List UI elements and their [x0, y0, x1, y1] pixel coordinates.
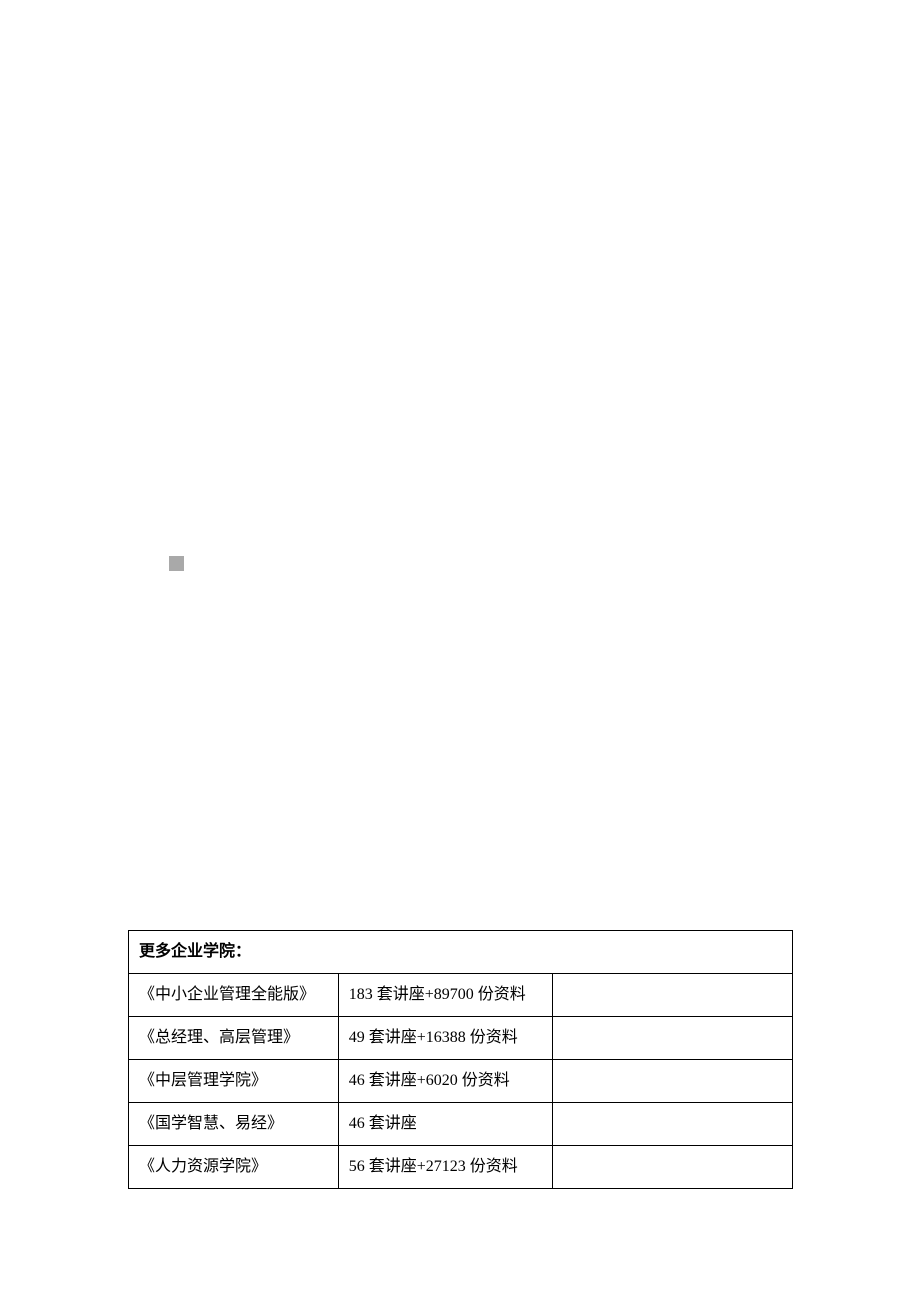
table-row: 《中小企业管理全能版》 183 套讲座+89700 份资料 — [129, 974, 793, 1017]
course-table-container: 更多企业学院： 《中小企业管理全能版》 183 套讲座+89700 份资料 《总… — [128, 930, 793, 1189]
table-header-row: 更多企业学院： — [129, 931, 793, 974]
square-bullet-marker — [169, 556, 184, 571]
table-row: 《国学智慧、易经》 46 套讲座 — [129, 1103, 793, 1146]
course-name-cell: 《中小企业管理全能版》 — [129, 974, 339, 1017]
table-header-cell: 更多企业学院： — [129, 931, 793, 974]
course-name-cell: 《人力资源学院》 — [129, 1146, 339, 1189]
table-row: 《人力资源学院》 56 套讲座+27123 份资料 — [129, 1146, 793, 1189]
empty-cell — [553, 974, 793, 1017]
course-content-cell: 49 套讲座+16388 份资料 — [338, 1017, 553, 1060]
empty-cell — [553, 1103, 793, 1146]
course-content-cell: 56 套讲座+27123 份资料 — [338, 1146, 553, 1189]
empty-cell — [553, 1060, 793, 1103]
course-content-cell: 46 套讲座 — [338, 1103, 553, 1146]
course-name-cell: 《总经理、高层管理》 — [129, 1017, 339, 1060]
course-content-cell: 46 套讲座+6020 份资料 — [338, 1060, 553, 1103]
empty-cell — [553, 1017, 793, 1060]
course-name-cell: 《中层管理学院》 — [129, 1060, 339, 1103]
table-row: 《中层管理学院》 46 套讲座+6020 份资料 — [129, 1060, 793, 1103]
empty-cell — [553, 1146, 793, 1189]
course-name-cell: 《国学智慧、易经》 — [129, 1103, 339, 1146]
course-table: 更多企业学院： 《中小企业管理全能版》 183 套讲座+89700 份资料 《总… — [128, 930, 793, 1189]
table-row: 《总经理、高层管理》 49 套讲座+16388 份资料 — [129, 1017, 793, 1060]
course-content-cell: 183 套讲座+89700 份资料 — [338, 974, 553, 1017]
